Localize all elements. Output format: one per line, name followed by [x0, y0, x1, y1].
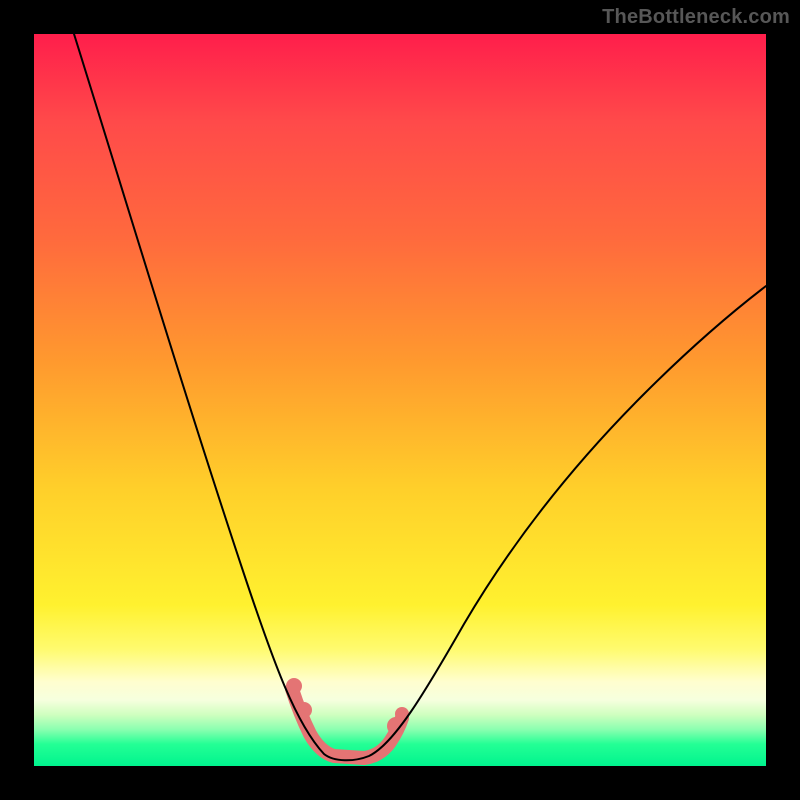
bottleneck-curve-path [74, 34, 766, 760]
valley-highlight [292, 689, 402, 758]
curve-svg [34, 34, 766, 766]
plot-area [34, 34, 766, 766]
valley-dot-left-1 [286, 678, 302, 694]
chart-root: TheBottleneck.com [0, 0, 800, 800]
attribution-text: TheBottleneck.com [602, 6, 790, 29]
